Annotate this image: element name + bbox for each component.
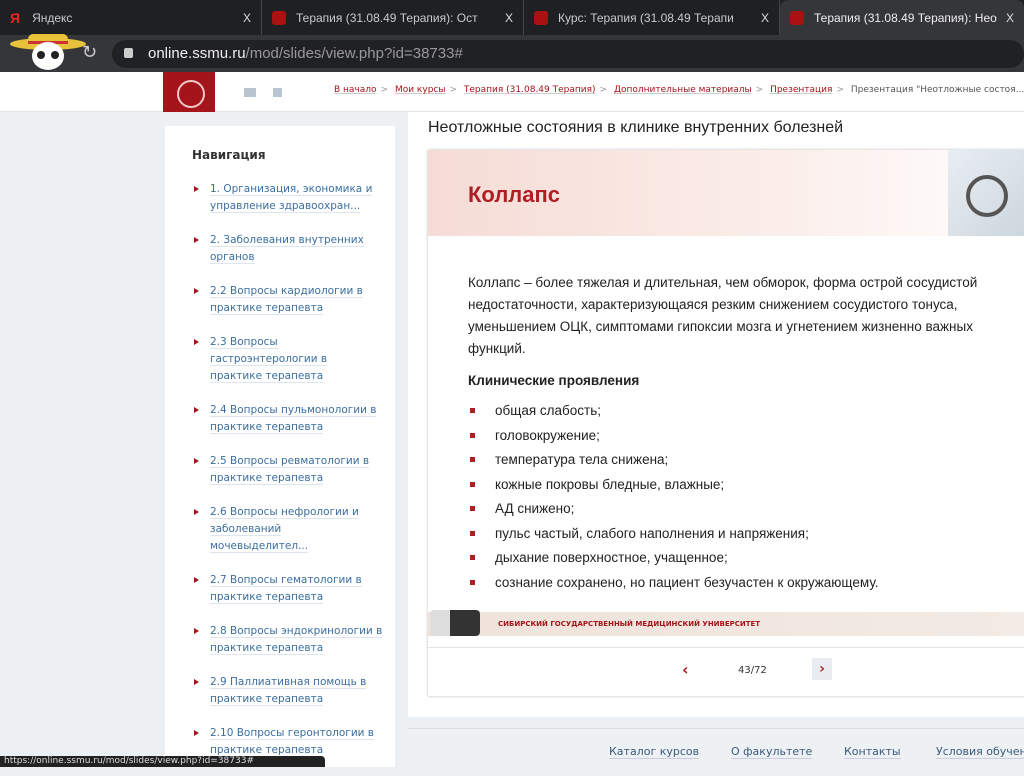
status-bar-url: https://online.ssmu.ru/mod/slides/view.p… bbox=[0, 756, 325, 767]
symptom-item: пульс частый, слабого наполнения и напря… bbox=[468, 522, 1024, 547]
sidebar-title: Навигация bbox=[192, 148, 266, 162]
slide-header: Коллапс bbox=[428, 150, 1024, 236]
slide-viewer: Коллапс Коллапс – более тяжелая и длител… bbox=[428, 150, 1024, 696]
reload-icon[interactable]: ↻ bbox=[82, 42, 97, 63]
mail-icon[interactable] bbox=[244, 88, 256, 97]
site-footer: Каталог курсов О факультете Контакты Усл… bbox=[408, 728, 1024, 767]
tab-yandex[interactable]: Я Яндекс X bbox=[0, 0, 262, 35]
tonometer-image bbox=[430, 610, 480, 636]
stethoscope-image bbox=[948, 150, 1024, 236]
ssmu-favicon-icon bbox=[272, 10, 286, 25]
slide-body: Коллапс – более тяжелая и длительная, че… bbox=[468, 272, 1024, 595]
footer-link-contacts[interactable]: Контакты bbox=[844, 745, 901, 759]
university-logo[interactable] bbox=[163, 72, 215, 112]
footer-link-about[interactable]: О факультете bbox=[731, 745, 813, 759]
close-tab-icon[interactable]: X bbox=[1006, 11, 1014, 25]
breadcrumb-course[interactable]: Терапия (31.08.49 Терапия) bbox=[464, 85, 596, 95]
slide-pager: ‹ 43/72 › bbox=[428, 647, 1024, 696]
breadcrumb-home[interactable]: В начало bbox=[334, 85, 377, 95]
nav-item[interactable]: 2.8 Вопросы эндокринологии в практике те… bbox=[192, 623, 392, 657]
breadcrumb-presentation[interactable]: Презентация bbox=[770, 85, 832, 95]
nav-item[interactable]: 2.5 Вопросы ревматологии в практике тера… bbox=[192, 453, 392, 487]
close-tab-icon[interactable]: X bbox=[243, 11, 251, 25]
breadcrumb-materials[interactable]: Дополнительные материалы bbox=[614, 85, 752, 95]
page-title: Неотложные состояния в клинике внутренни… bbox=[428, 119, 844, 136]
footer-link-catalog[interactable]: Каталог курсов bbox=[609, 745, 700, 759]
breadcrumb: В начало > Мои курсы > Терапия (31.08.49 Т… bbox=[334, 85, 1024, 95]
close-tab-icon[interactable]: X bbox=[761, 11, 769, 25]
symptom-item: АД снижено; bbox=[468, 497, 1024, 522]
symptom-item: головокружение; bbox=[468, 424, 1024, 449]
nav-item[interactable]: 2.3 Вопросы гастроэнтерологии в практике… bbox=[192, 334, 332, 385]
back-button-skull-icon[interactable] bbox=[8, 32, 88, 72]
nav-item[interactable]: 1. Организация, экономика и управление з… bbox=[192, 181, 392, 215]
nav-item[interactable]: 2.10 Вопросы геронтологии в практике тер… bbox=[192, 725, 392, 759]
slide-footer: СИБИРСКИЙ ГОСУДАРСТВЕННЫЙ МЕДИЦИНСКИЙ УН… bbox=[428, 612, 1024, 636]
next-slide-button[interactable]: › bbox=[812, 658, 832, 680]
slide-subtitle: Клинические проявления bbox=[468, 373, 640, 388]
prev-slide-button[interactable]: ‹ bbox=[682, 660, 689, 679]
breadcrumb-my-courses[interactable]: Мои курсы bbox=[395, 85, 446, 95]
tab-active[interactable]: Терапия (31.08.49 Терапия): Нео X bbox=[780, 0, 1024, 35]
symptom-item: температура тела снижена; bbox=[468, 448, 1024, 473]
navigation-sidebar: Навигация 1. Организация, экономика и уп… bbox=[165, 126, 395, 767]
tab-bar: Я Яндекс X Терапия (31.08.49 Терапия): Ост… bbox=[0, 0, 1024, 35]
address-bar[interactable]: online.ssmu.ru/mod/slides/view.php?id=38… bbox=[112, 40, 1024, 68]
symptom-item: сознание сохранено, но пациент безучасте… bbox=[468, 571, 1024, 596]
symptom-item: общая слабость; bbox=[468, 399, 1024, 424]
slide-definition: Коллапс – более тяжелая и длительная, че… bbox=[468, 275, 978, 356]
calendar-icon[interactable] bbox=[273, 88, 282, 97]
symptom-item: кожные покровы бледные, влажные; bbox=[468, 473, 1024, 498]
nav-item[interactable]: 2.9 Паллиативная помощь в практике терап… bbox=[192, 674, 392, 708]
tab-therapy-1[interactable]: Терапия (31.08.49 Терапия): Ост X bbox=[262, 0, 524, 35]
nav-item[interactable]: 2.2 Вопросы кардиологии в практике терап… bbox=[192, 283, 392, 317]
nav-item[interactable]: 2.6 Вопросы нефрологии и заболеваний моч… bbox=[192, 504, 367, 555]
nav-item[interactable]: 2. Заболевания внутренних органов bbox=[192, 232, 392, 266]
ssmu-favicon-icon bbox=[790, 10, 804, 25]
page-counter: 43/72 bbox=[738, 665, 767, 676]
symptom-item: дыхание поверхностное, учащенное; bbox=[468, 546, 1024, 571]
footer-link-terms[interactable]: Условия обучения bbox=[936, 745, 1024, 759]
lock-icon bbox=[124, 48, 133, 58]
ssmu-favicon-icon bbox=[534, 10, 548, 25]
tab-course[interactable]: Курс: Терапия (31.08.49 Терапи X bbox=[524, 0, 780, 35]
close-tab-icon[interactable]: X bbox=[505, 11, 513, 25]
nav-item[interactable]: 2.7 Вопросы гематологии в практике терап… bbox=[192, 572, 392, 606]
breadcrumb-current: Презентация "Неотложные состоя... bbox=[850, 85, 1024, 95]
slide-title: Коллапс bbox=[468, 182, 561, 207]
nav-item[interactable]: 2.4 Вопросы пульмонологии в практике тер… bbox=[192, 402, 392, 436]
yandex-icon: Я bbox=[10, 9, 21, 26]
